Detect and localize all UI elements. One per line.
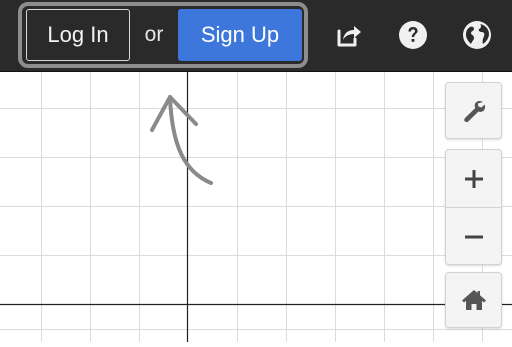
home-icon [461, 290, 486, 310]
share-icon[interactable] [330, 17, 366, 53]
signup-button[interactable]: Sign Up [178, 9, 302, 61]
curved-arrow-icon [150, 95, 213, 185]
or-label: or [144, 23, 164, 46]
help-icon[interactable] [395, 17, 431, 53]
zoom-out-button[interactable] [446, 208, 501, 265]
top-bar: Log In or Sign Up [0, 0, 512, 72]
default-view-button[interactable] [445, 272, 502, 328]
zoom-controls [445, 149, 502, 265]
graph-settings-button[interactable] [445, 82, 502, 139]
graph-paper[interactable] [0, 72, 512, 342]
language-globe-icon[interactable] [459, 17, 495, 53]
wrench-icon [463, 100, 485, 122]
plus-icon [464, 169, 483, 188]
graph-grid [0, 72, 512, 342]
minus-icon [464, 235, 483, 238]
zoom-in-button[interactable] [446, 150, 501, 207]
login-button[interactable]: Log In [26, 9, 130, 61]
